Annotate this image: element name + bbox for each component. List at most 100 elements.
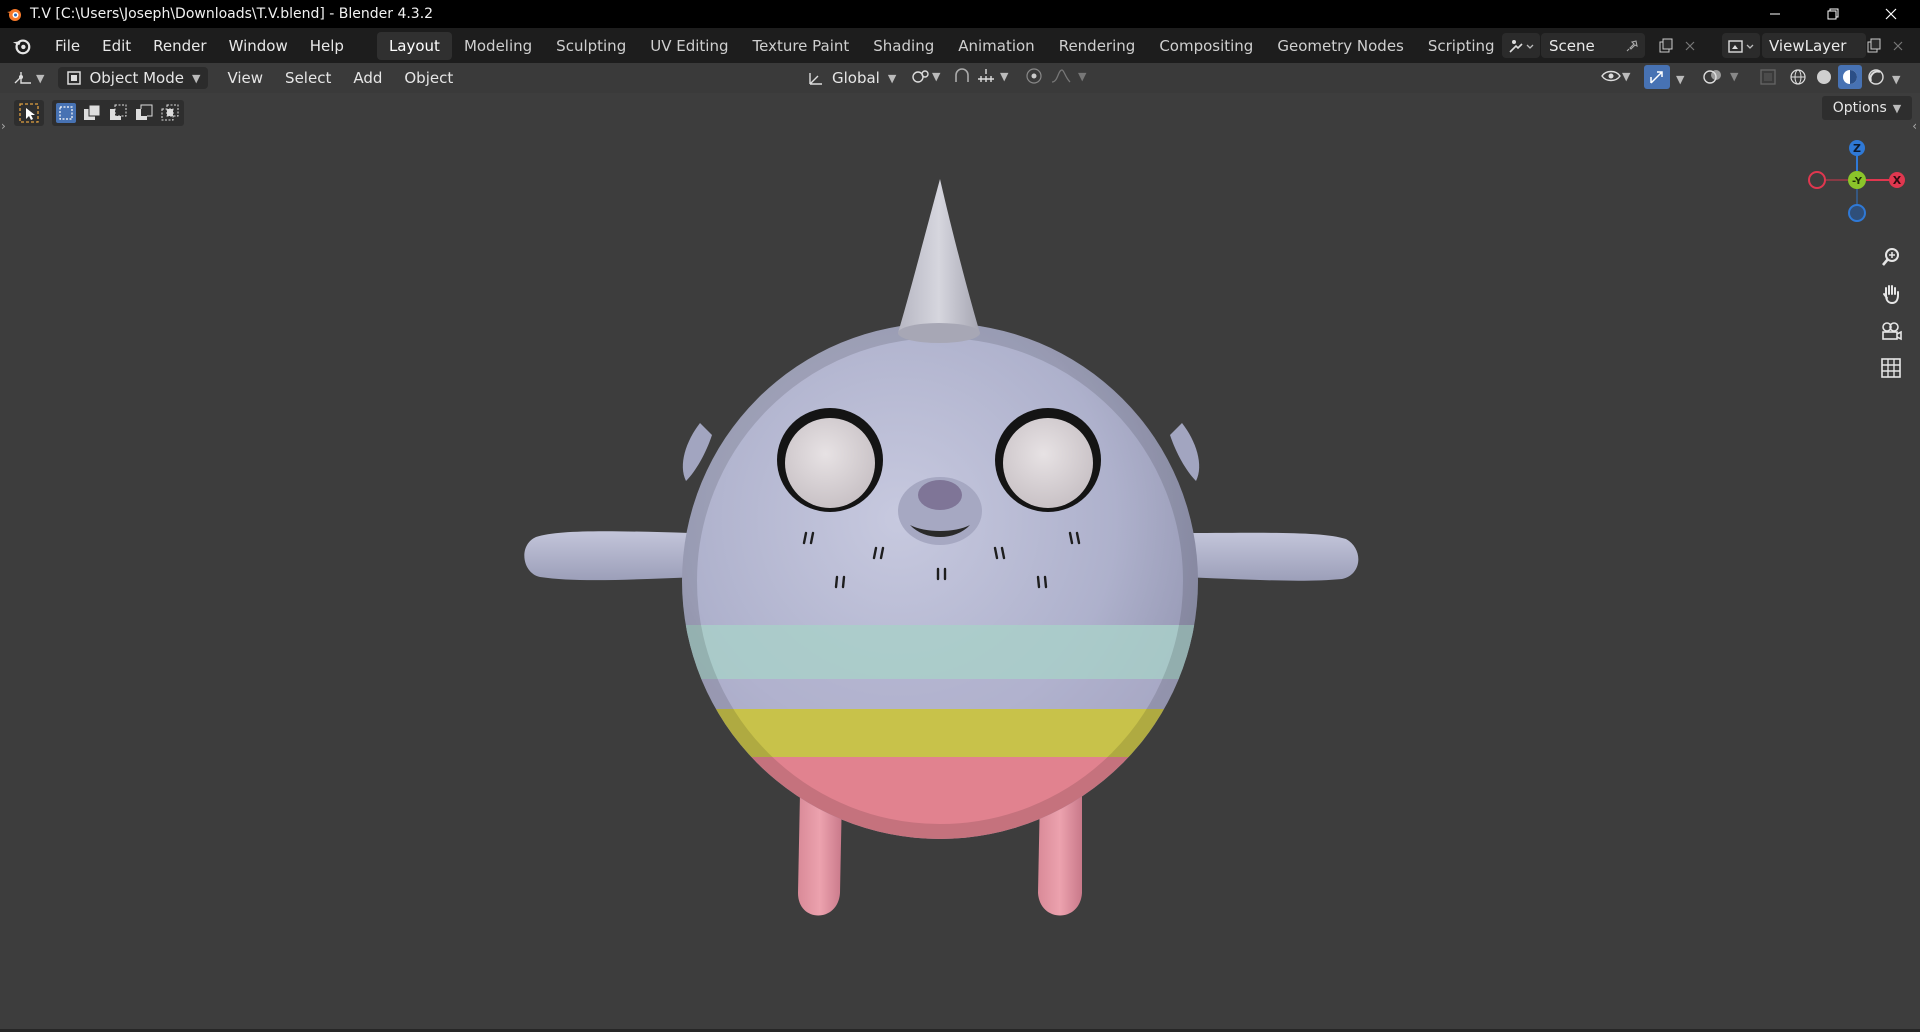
render-layer-icon (1728, 39, 1754, 53)
material-preview-button[interactable] (1838, 65, 1862, 89)
tab-rendering[interactable]: Rendering (1047, 32, 1148, 60)
overlays-toggle[interactable]: ▼ (1702, 67, 1738, 85)
tab-uv-editing[interactable]: UV Editing (638, 32, 740, 60)
viewlayer-browse-button[interactable] (1722, 33, 1760, 58)
menu-select[interactable]: Select (274, 69, 342, 87)
sidebar-expand-arrow[interactable]: ‹ (1912, 119, 1917, 133)
menu-window[interactable]: Window (218, 37, 299, 55)
toolbar-expand-arrow[interactable]: › (1, 119, 6, 133)
scene-icon (1509, 39, 1534, 53)
viewlayer-name-field[interactable]: ViewLayer (1762, 33, 1866, 58)
negative-x-axis-handle[interactable] (1808, 171, 1826, 189)
chevron-down-icon: ▼ (36, 71, 45, 85)
copy-icon (1659, 38, 1673, 52)
select-new-button[interactable] (56, 103, 76, 123)
pin-icon[interactable] (1625, 39, 1639, 53)
select-subtract-icon (110, 104, 127, 120)
visibility-dropdown[interactable]: ▼ (1600, 67, 1630, 85)
shading-dropdown-chevron[interactable]: ▼ (1892, 73, 1900, 86)
delete-viewlayer-button[interactable] (1886, 33, 1910, 58)
tab-shading[interactable]: Shading (861, 32, 946, 60)
negative-z-axis-handle[interactable] (1848, 204, 1866, 222)
menu-add[interactable]: Add (342, 69, 393, 87)
window-titlebar: T.V [C:\Users\Joseph\Downloads\T.V.blend… (0, 0, 1920, 28)
select-intersect-button[interactable] (160, 103, 180, 123)
tab-sculpting[interactable]: Sculpting (544, 32, 638, 60)
select-subtract-button[interactable] (108, 103, 128, 123)
options-label: Options (1832, 100, 1887, 116)
options-dropdown[interactable]: Options ▼ (1822, 96, 1912, 120)
navigation-gizmo[interactable]: Z X -Y (1800, 135, 1910, 225)
x-axis-label: X (1893, 174, 1902, 187)
viewport-scene[interactable] (0, 93, 1920, 1029)
menu-view[interactable]: View (216, 69, 274, 87)
material-sphere-icon (1843, 70, 1857, 84)
chevron-down-icon: ▼ (887, 71, 897, 85)
solid-shading-button[interactable] (1812, 65, 1836, 89)
select-difference-icon (136, 104, 153, 120)
tab-texture-paint[interactable]: Texture Paint (740, 32, 861, 60)
scene-browse-button[interactable] (1502, 33, 1540, 58)
falloff-curve-icon (1051, 69, 1071, 83)
new-viewlayer-button[interactable] (1862, 33, 1886, 58)
right-arm (1180, 532, 1359, 581)
viewlayer-name: ViewLayer (1769, 36, 1847, 55)
pivot-point-dropdown[interactable]: ▼ (910, 67, 940, 85)
tab-animation[interactable]: Animation (946, 32, 1046, 60)
new-scene-button[interactable] (1654, 33, 1678, 58)
close-button[interactable] (1862, 0, 1920, 28)
gizmo-toggle-button[interactable] (1644, 65, 1670, 89)
select-difference-button[interactable] (134, 103, 154, 123)
select-set-icon (59, 106, 73, 120)
zoom-button[interactable] (1876, 242, 1906, 272)
selection-mode-group (52, 100, 184, 126)
restore-icon (1827, 8, 1839, 20)
select-tool-button[interactable] (14, 100, 44, 126)
menu-render[interactable]: Render (142, 37, 217, 55)
menu-object[interactable]: Object (393, 69, 464, 87)
pan-button[interactable] (1876, 279, 1906, 309)
orientation-global-icon (809, 73, 822, 85)
gizmo-icon (1650, 71, 1663, 84)
menu-help[interactable]: Help (299, 37, 355, 55)
y-axis-label: -Y (1852, 176, 1863, 187)
proportional-editing-controls[interactable]: ▼ (1024, 67, 1086, 85)
snapping-controls[interactable]: ▼ (952, 67, 1008, 85)
camera-view-button[interactable] (1876, 316, 1906, 346)
character-body (682, 323, 1198, 839)
solid-sphere-icon (1817, 70, 1831, 84)
gizmo-dropdown-chevron[interactable]: ▼ (1676, 73, 1684, 86)
perspective-toggle-button[interactable] (1876, 353, 1906, 383)
select-extend-button[interactable] (82, 103, 102, 123)
tab-layout[interactable]: Layout (376, 31, 452, 60)
select-box-icon (19, 103, 39, 123)
chevron-down-icon: ▼ (1000, 69, 1009, 83)
3d-viewport[interactable]: › ‹ Options ▼ Z X -Y (0, 93, 1920, 1029)
restore-button[interactable] (1804, 0, 1862, 28)
wireframe-shading-button[interactable] (1786, 65, 1810, 89)
chevron-down-icon: ▼ (1622, 69, 1631, 83)
minimize-button[interactable] (1746, 0, 1804, 28)
select-intersect-icon (161, 104, 179, 121)
tab-scripting[interactable]: Scripting (1416, 32, 1507, 60)
tab-geometry-nodes[interactable]: Geometry Nodes (1265, 32, 1416, 60)
snap-increment-icon (978, 69, 994, 82)
wireframe-sphere-icon (1790, 69, 1806, 85)
scene-name-field[interactable]: Scene (1541, 33, 1645, 58)
left-arm (524, 531, 700, 581)
delete-scene-button[interactable] (1678, 33, 1702, 58)
rendered-shading-button[interactable] (1864, 65, 1888, 89)
mode-label: Object Mode (89, 69, 184, 87)
transform-orientation-dropdown[interactable]: Global ▼ (806, 67, 896, 89)
rendered-sphere-icon (1868, 69, 1884, 85)
tab-modeling[interactable]: Modeling (452, 32, 544, 60)
tab-compositing[interactable]: Compositing (1147, 32, 1265, 60)
menu-file[interactable]: File (44, 37, 91, 55)
menu-edit[interactable]: Edit (91, 37, 142, 55)
editor-type-button[interactable]: ▼ (12, 69, 44, 87)
mode-dropdown[interactable]: Object Mode ▼ (58, 67, 209, 89)
shading-mode-group (1786, 65, 1888, 89)
blender-logo-icon[interactable] (12, 36, 32, 56)
xray-toggle[interactable] (1758, 67, 1778, 91)
chevron-down-icon: ▼ (1892, 101, 1902, 115)
